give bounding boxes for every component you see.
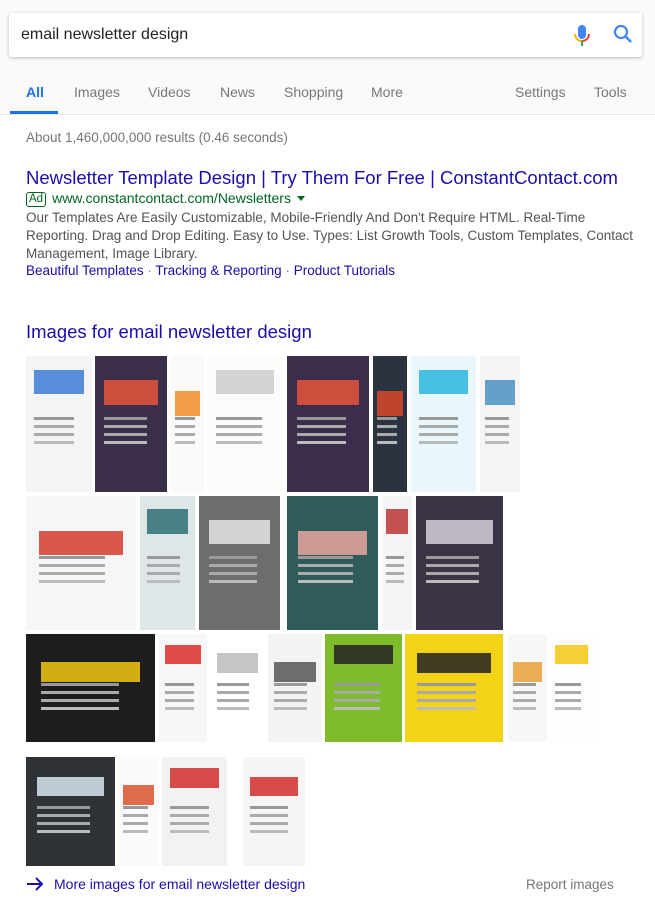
image-thumbnail[interactable] [508, 634, 547, 742]
result-stats: About 1,460,000,000 results (0.46 second… [26, 130, 288, 145]
image-thumbnail[interactable] [26, 356, 92, 492]
image-thumbnail[interactable] [405, 634, 503, 742]
tab-news[interactable]: News [220, 84, 255, 100]
more-images-link[interactable]: More images for email newsletter design [26, 875, 305, 893]
image-thumbnail[interactable] [480, 356, 520, 492]
image-thumbnail[interactable] [159, 634, 207, 742]
image-thumbnail[interactable] [382, 496, 412, 630]
image-thumbnail[interactable] [162, 757, 227, 866]
image-thumbnail[interactable] [207, 356, 283, 492]
tab-shopping[interactable]: Shopping [284, 84, 343, 100]
tab-all[interactable]: All [26, 84, 44, 100]
sitelink-product-tutorials[interactable]: Product Tutorials [294, 263, 395, 278]
ad-badge: Ad [26, 192, 47, 207]
tools-link[interactable]: Tools [594, 84, 627, 100]
microphone-icon[interactable] [572, 23, 592, 54]
image-thumbnail[interactable] [140, 496, 195, 630]
image-thumbnail[interactable] [95, 356, 167, 492]
image-thumbnail[interactable] [243, 757, 305, 866]
ad-url: www.constantcontact.com/Newsletters [52, 190, 291, 206]
image-thumbnail[interactable] [287, 356, 369, 492]
sitelink-tracking-reporting[interactable]: Tracking & Reporting [155, 263, 281, 278]
image-thumbnail[interactable] [268, 634, 322, 742]
image-thumbnail[interactable] [287, 496, 378, 630]
search-box [9, 13, 642, 57]
ad-description: Our Templates Are Easily Customizable, M… [26, 210, 634, 261]
caret-down-icon[interactable] [296, 196, 305, 201]
tab-videos[interactable]: Videos [148, 84, 191, 100]
report-images-link[interactable]: Report images [526, 877, 614, 892]
image-thumbnail[interactable] [199, 496, 280, 630]
search-icon[interactable] [612, 23, 634, 50]
sitelink-beautiful-templates[interactable]: Beautiful Templates [26, 263, 144, 278]
image-thumbnail[interactable] [118, 757, 159, 866]
image-thumbnail[interactable] [373, 356, 407, 492]
ad-sitelinks: Beautiful Templates · Tracking & Reporti… [26, 263, 395, 278]
image-thumbnail[interactable] [411, 356, 476, 492]
tab-more[interactable]: More [371, 84, 403, 100]
image-thumbnail[interactable] [325, 634, 402, 742]
images-heading-link[interactable]: Images for email newsletter design [26, 321, 312, 343]
ad-url-line: Ad www.constantcontact.com/Newsletters [26, 190, 305, 207]
ad-title-link[interactable]: Newsletter Template Design | Try Them Fo… [26, 167, 618, 189]
image-thumbnail[interactable] [26, 496, 136, 630]
image-thumbnail[interactable] [26, 757, 115, 866]
image-thumbnail[interactable] [416, 496, 503, 630]
header: All Images Videos News Shopping More Set… [0, 0, 655, 115]
search-input[interactable] [21, 13, 541, 57]
tab-images[interactable]: Images [74, 84, 120, 100]
more-images-label: More images for email newsletter design [54, 876, 306, 892]
image-thumbnail[interactable] [211, 634, 264, 742]
active-tab-indicator [10, 111, 58, 114]
image-thumbnail[interactable] [26, 634, 155, 742]
image-thumbnail[interactable] [171, 356, 204, 492]
arrow-right-icon [27, 877, 44, 891]
image-thumbnail[interactable] [550, 634, 593, 742]
settings-link[interactable]: Settings [515, 84, 566, 100]
